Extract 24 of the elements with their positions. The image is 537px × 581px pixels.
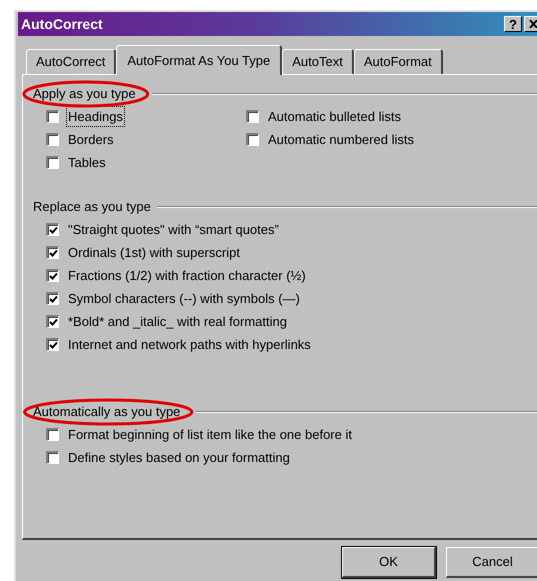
checkbox-label: Borders (67, 130, 115, 149)
group-title: Apply as you type (22, 80, 150, 108)
checkbox-label: Define styles based on your formatting (67, 448, 291, 467)
checkbox-label: Symbol characters (--) with symbols (—) (67, 290, 301, 308)
checkbox-label: Ordinals (1st) with superscript (67, 244, 241, 262)
window-title: AutoCorrect (21, 14, 103, 34)
checkbox-label: Format beginning of list item like the one before it (67, 426, 353, 444)
checkbox-label: "Straight quotes" with “smart quotes” (67, 220, 280, 239)
group-title: Replace as you type (33, 198, 152, 216)
checkbox-label: Internet and network paths with hyperlinks (67, 336, 312, 354)
checkbox-label: *Bold* and _italic_ with real formatting (67, 312, 288, 331)
checkbox-label: Headings (67, 106, 124, 126)
tab[interactable]: AutoFormat As You Type (116, 45, 282, 75)
group-title: Automatically as you type (22, 398, 194, 426)
tab[interactable]: AutoFormat (354, 49, 443, 74)
checkbox-label: Automatic bulleted lists (267, 108, 402, 126)
help-button[interactable]: ? (504, 16, 522, 32)
checkbox-label: Tables (67, 154, 107, 172)
tab[interactable]: AutoCorrect (26, 49, 116, 74)
checkbox-label: Automatic numbered lists (267, 130, 415, 149)
dialog-button[interactable]: Cancel (446, 547, 537, 578)
checkbox-label: Fractions (1/2) with fraction character (½) (67, 266, 307, 285)
dialog-button[interactable]: OK (342, 547, 436, 578)
tab[interactable]: AutoText (282, 49, 354, 74)
